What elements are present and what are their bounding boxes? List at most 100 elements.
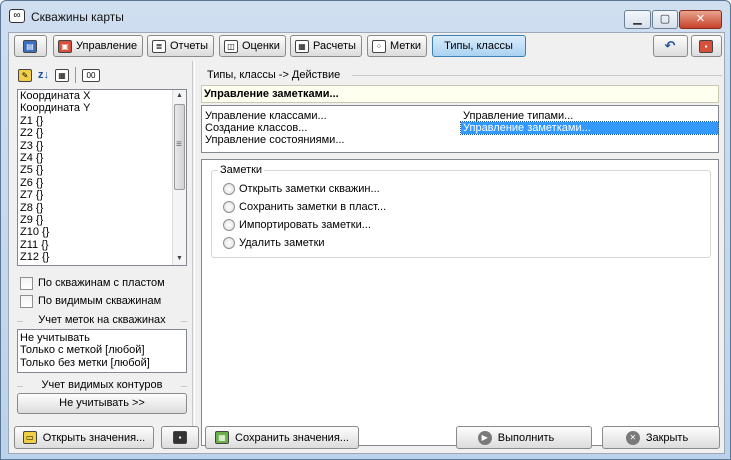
list-item[interactable]: Только без метки [любой] xyxy=(20,357,184,369)
option-manage-types[interactable]: Управление типами... xyxy=(461,110,575,122)
marks-icon: ⁘ xyxy=(372,39,386,53)
breadcrumb: Типы, классы -> Действие xyxy=(207,69,724,81)
option-manage-states[interactable]: Управление состояниями... xyxy=(203,134,347,146)
app-glasses-icon: ∞ xyxy=(9,9,25,23)
table-view-button[interactable]: ▤ xyxy=(14,35,47,57)
title-bar[interactable]: ∞ Скважины карты ▁ ▢ ✕ xyxy=(1,1,730,31)
radio-dot[interactable] xyxy=(223,237,235,249)
marks-group-label: Учет меток на скважинах xyxy=(17,314,187,326)
list-item[interactable]: Координата X xyxy=(18,90,186,102)
variables-items: Координата X Координата Y Z1 {} Z2 {} Z3 {} Z… xyxy=(18,90,186,263)
radio-import-notes[interactable]: Импортировать заметки... xyxy=(223,217,371,233)
list-item[interactable]: Z12 {} xyxy=(18,251,186,263)
right-panel: Типы, классы -> Действие Управление заме… xyxy=(198,63,724,446)
open-values-button[interactable]: ▭ Открыть значения... xyxy=(14,426,154,449)
action-options-list[interactable]: Управление классами... Создание классов.… xyxy=(201,105,719,153)
save-values-icon: ▦ xyxy=(215,431,230,444)
run-button[interactable]: ▶ Выполнить xyxy=(456,426,592,449)
undo-button[interactable]: ↶ xyxy=(653,35,688,57)
list-item[interactable]: Z11 {} xyxy=(18,239,186,251)
list-item[interactable]: Z9 {} xyxy=(18,214,186,226)
list-item[interactable]: Z6 {} xyxy=(18,177,186,189)
radio-label: Удалить заметки xyxy=(239,237,325,249)
sort-az-icon[interactable]: z↓ xyxy=(38,69,49,81)
list-item[interactable]: Z5 {} xyxy=(18,164,186,176)
tab-management[interactable]: ▣ Управление xyxy=(53,35,144,57)
list-item[interactable]: Z4 {} xyxy=(18,152,186,164)
tab-label: Управление xyxy=(76,40,138,52)
contours-button[interactable]: Не учитывать >> xyxy=(17,393,187,414)
close-window-button[interactable]: ✕ xyxy=(679,10,722,29)
radio-save-notes[interactable]: Сохранить заметки в пласт... xyxy=(223,199,386,215)
list-item[interactable]: Z7 {} xyxy=(18,189,186,201)
floppy-disk-icon: ▪ xyxy=(699,39,713,53)
radio-open-notes[interactable]: Открыть заметки скважин... xyxy=(223,181,380,197)
radio-delete-notes[interactable]: Удалить заметки xyxy=(223,235,325,251)
left-panel: ✎ z↓ ▦ 00 Координата X Координата Y Z1 {} Z… xyxy=(14,63,189,446)
list-item[interactable]: Z3 {} xyxy=(18,140,186,152)
save-toolbar-button[interactable]: ▪ xyxy=(691,35,722,57)
radio-label: Сохранить заметки в пласт... xyxy=(239,201,387,213)
number-format-icon[interactable]: 00 xyxy=(82,68,100,82)
management-icon: ▣ xyxy=(58,39,72,53)
open-folder-icon: ▭ xyxy=(22,431,37,444)
toolbar-separator xyxy=(75,67,76,83)
radio-dot[interactable] xyxy=(223,183,235,195)
contours-group-label: Учет видимых контуров xyxy=(17,379,187,391)
tab-types-classes[interactable]: Типы, классы xyxy=(432,35,526,57)
radio-label: Импортировать заметки... xyxy=(239,219,371,231)
notes-group-legend: Заметки xyxy=(218,164,265,176)
option-create-classes[interactable]: Создание классов... xyxy=(203,122,309,134)
splitter[interactable] xyxy=(192,61,195,449)
minimize-button[interactable]: ▁ xyxy=(624,10,651,29)
variables-list[interactable]: Координата X Координата Y Z1 {} Z2 {} Z3 {} Z… xyxy=(17,89,187,266)
action-content: Заметки Открыть заметки скважин... Сохра… xyxy=(201,159,719,446)
calculator-icon: ▦ xyxy=(295,39,309,53)
checkbox-label: По скважинам с пластом xyxy=(38,277,165,289)
close-button[interactable]: ✕ Закрыть xyxy=(602,426,720,449)
checkbox-box[interactable] xyxy=(20,276,33,290)
estimates-icon: ◫ xyxy=(224,39,238,53)
radio-label: Открыть заметки скважин... xyxy=(239,183,380,195)
radio-dot[interactable] xyxy=(223,219,235,231)
close-circle-icon: ✕ xyxy=(625,430,640,445)
tab-label: Типы, классы xyxy=(444,40,513,52)
reports-icon: ≣ xyxy=(152,39,166,53)
maximize-button[interactable]: ▢ xyxy=(652,10,678,29)
variables-scrollbar[interactable]: ▲ ▼ xyxy=(172,90,186,265)
left-toolbar: ✎ z↓ ▦ 00 xyxy=(14,63,189,87)
calculator-small-icon[interactable]: ▦ xyxy=(55,68,69,82)
list-item[interactable]: Z1 {} xyxy=(18,115,186,127)
list-item[interactable]: Только с меткой [любой] xyxy=(20,344,184,356)
bottom-bar: ▭ Открыть значения... ▪ ▦ Сохранить знач… xyxy=(9,423,726,453)
main-toolbar: ▤ ▣ Управление ≣ Отчеты ◫ Оценки ▦ Расче… xyxy=(12,34,722,58)
radio-dot[interactable] xyxy=(223,201,235,213)
notes-group: Заметки Открыть заметки скважин... Сохра… xyxy=(211,164,711,258)
wells-with-layer-checkbox[interactable]: По скважинам с пластом xyxy=(20,275,165,291)
option-manage-notes[interactable]: Управление заметками... xyxy=(460,121,719,135)
undo-icon: ↶ xyxy=(664,38,676,53)
checkbox-box[interactable] xyxy=(20,294,33,308)
button-label: Открыть значения... xyxy=(42,431,146,444)
button-label: Выполнить xyxy=(497,431,555,444)
list-item[interactable]: Z10 {} xyxy=(18,226,186,238)
button-label: Закрыть xyxy=(645,431,689,444)
scroll-up-icon[interactable]: ▲ xyxy=(173,90,186,102)
list-item[interactable]: Z8 {} xyxy=(18,202,186,214)
visible-wells-checkbox[interactable]: По видимым скважинам xyxy=(20,293,161,309)
save-values-button[interactable]: ▦ Сохранить значения... xyxy=(205,426,359,449)
list-item[interactable]: Не учитывать xyxy=(20,332,184,344)
save-button[interactable]: ▪ xyxy=(161,426,199,449)
tab-reports[interactable]: ≣ Отчеты xyxy=(147,35,215,57)
list-item[interactable]: Z2 {} xyxy=(18,127,186,139)
tab-calculations[interactable]: ▦ Расчеты xyxy=(290,35,362,57)
tab-marks[interactable]: ⁘ Метки xyxy=(367,35,428,57)
tab-estimates[interactable]: ◫ Оценки xyxy=(219,35,286,57)
list-item[interactable]: Координата Y xyxy=(18,102,186,114)
marks-options-list[interactable]: Не учитывать Только с меткой [любой] Тол… xyxy=(17,329,187,373)
scroll-down-icon[interactable]: ▼ xyxy=(173,253,186,265)
client-area: ▤ ▣ Управление ≣ Отчеты ◫ Оценки ▦ Расче… xyxy=(8,32,725,454)
scroll-thumb[interactable] xyxy=(174,104,185,190)
brush-icon[interactable]: ✎ xyxy=(18,68,32,82)
option-manage-classes[interactable]: Управление классами... xyxy=(203,110,329,122)
